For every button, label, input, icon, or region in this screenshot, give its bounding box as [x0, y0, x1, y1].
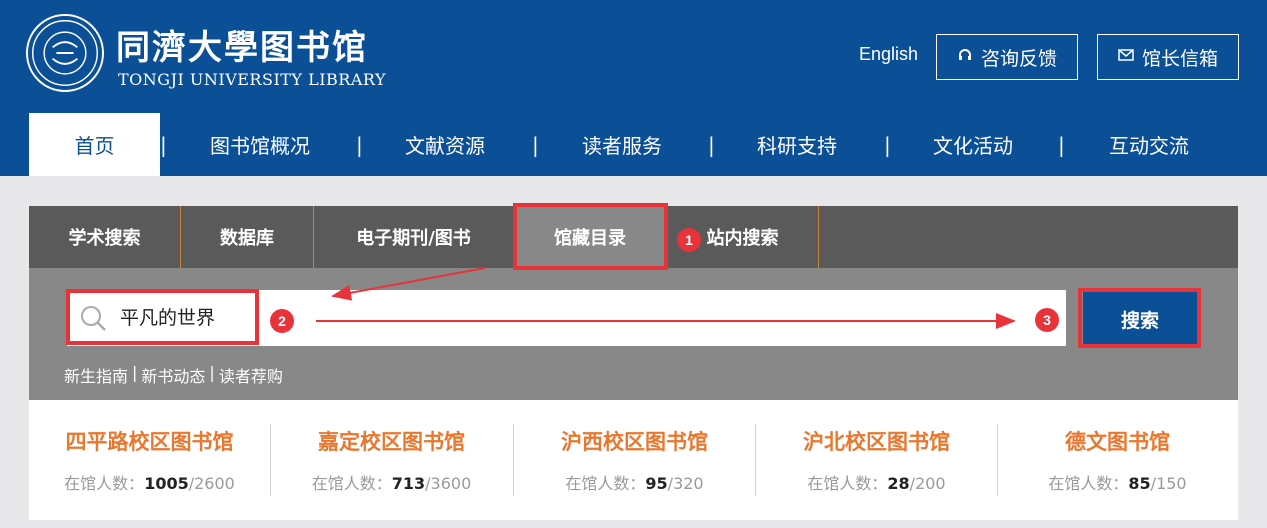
occupancy-count: 在馆人数：28/200 [807, 474, 946, 493]
nav-separator: | [532, 133, 539, 157]
book-recommendation-link[interactable]: 读者荐购 [219, 363, 283, 387]
nav-item-resources[interactable]: 文献资源 [380, 113, 510, 176]
new-student-guide-link[interactable]: 新生指南 [64, 363, 128, 387]
new-books-link[interactable]: 新书动态 [141, 363, 205, 387]
annotation-step-3: 3 [1035, 308, 1059, 332]
library-name: 沪北校区图书馆 [803, 430, 950, 454]
occupancy-count: 在馆人数：85/150 [1048, 474, 1187, 493]
nav-item-cultural-activities[interactable]: 文化活动 [908, 113, 1038, 176]
annotation-highlight-search-input [66, 289, 259, 345]
site-header: 同濟大學图书馆 TONGJI UNIVERSITY LIBRARY Englis… [0, 0, 1267, 113]
library-name: 德文图书馆 [1065, 430, 1170, 454]
nav-separator: | [356, 133, 363, 157]
consult-feedback-label: 咨询反馈 [980, 47, 1057, 70]
nav-item-home[interactable]: 首页 [29, 113, 160, 176]
nav-item-overview[interactable]: 图书馆概况 [190, 113, 330, 176]
nav-separator: | [160, 133, 167, 157]
main-nav: 首页 | 图书馆概况 | 文献资源 | 读者服务 | 科研支持 | 文化活动 |… [0, 113, 1267, 176]
nav-item-interaction[interactable]: 互动交流 [1084, 113, 1214, 176]
library-name: 四平路校区图书馆 [65, 430, 234, 454]
library-card-siping[interactable]: 四平路校区图书馆 在馆人数：1005/2600 [29, 400, 270, 520]
nav-item-reader-services[interactable]: 读者服务 [557, 113, 687, 176]
nav-separator: | [1058, 133, 1065, 157]
tab-ejournals-ebooks[interactable]: 电子期刊/图书 [314, 206, 514, 268]
annotation-step-2: 2 [270, 309, 294, 333]
nav-separator: | [884, 133, 891, 157]
library-card-jiading[interactable]: 嘉定校区图书馆 在馆人数：713/3600 [271, 400, 512, 520]
annotation-highlight-search-button [1078, 288, 1201, 348]
consult-feedback-button[interactable]: 咨询反馈 [936, 34, 1078, 80]
annotation-step-1: 1 [677, 228, 701, 252]
nav-item-research-support[interactable]: 科研支持 [732, 113, 862, 176]
occupancy-count: 在馆人数：713/3600 [311, 474, 472, 493]
quick-link-separator: | [209, 363, 215, 382]
library-name-en: TONGJI UNIVERSITY LIBRARY [118, 70, 386, 89]
tab-database[interactable]: 数据库 [181, 206, 314, 268]
director-mailbox-label: 馆长信箱 [1141, 47, 1218, 70]
library-card-hubei[interactable]: 沪北校区图书馆 在馆人数：28/200 [756, 400, 997, 520]
headset-icon [957, 47, 973, 68]
quick-link-separator: | [132, 363, 138, 382]
annotation-highlight-catalog-tab [513, 203, 668, 270]
library-name: 嘉定校区图书馆 [318, 430, 465, 454]
director-mailbox-button[interactable]: 馆长信箱 [1097, 34, 1239, 80]
library-name: 沪西校区图书馆 [561, 430, 708, 454]
quick-links: 新生指南 | 新书动态 | 读者荐购 [64, 363, 283, 387]
mail-icon [1118, 47, 1134, 67]
university-seal-logo[interactable] [26, 14, 104, 92]
occupancy-count: 在馆人数：1005/2600 [64, 474, 235, 493]
library-name-cn: 同濟大學图书馆 [116, 28, 368, 68]
tab-academic-search[interactable]: 学术搜索 [29, 206, 181, 268]
nav-separator: | [708, 133, 715, 157]
library-occupancy-panel: 四平路校区图书馆 在馆人数：1005/2600 嘉定校区图书馆 在馆人数：713… [29, 400, 1238, 520]
occupancy-count: 在馆人数：95/320 [565, 474, 704, 493]
library-card-german[interactable]: 德文图书馆 在馆人数：85/150 [997, 400, 1238, 520]
english-language-link[interactable]: English [859, 44, 918, 65]
library-card-huxi[interactable]: 沪西校区图书馆 在馆人数：95/320 [514, 400, 755, 520]
